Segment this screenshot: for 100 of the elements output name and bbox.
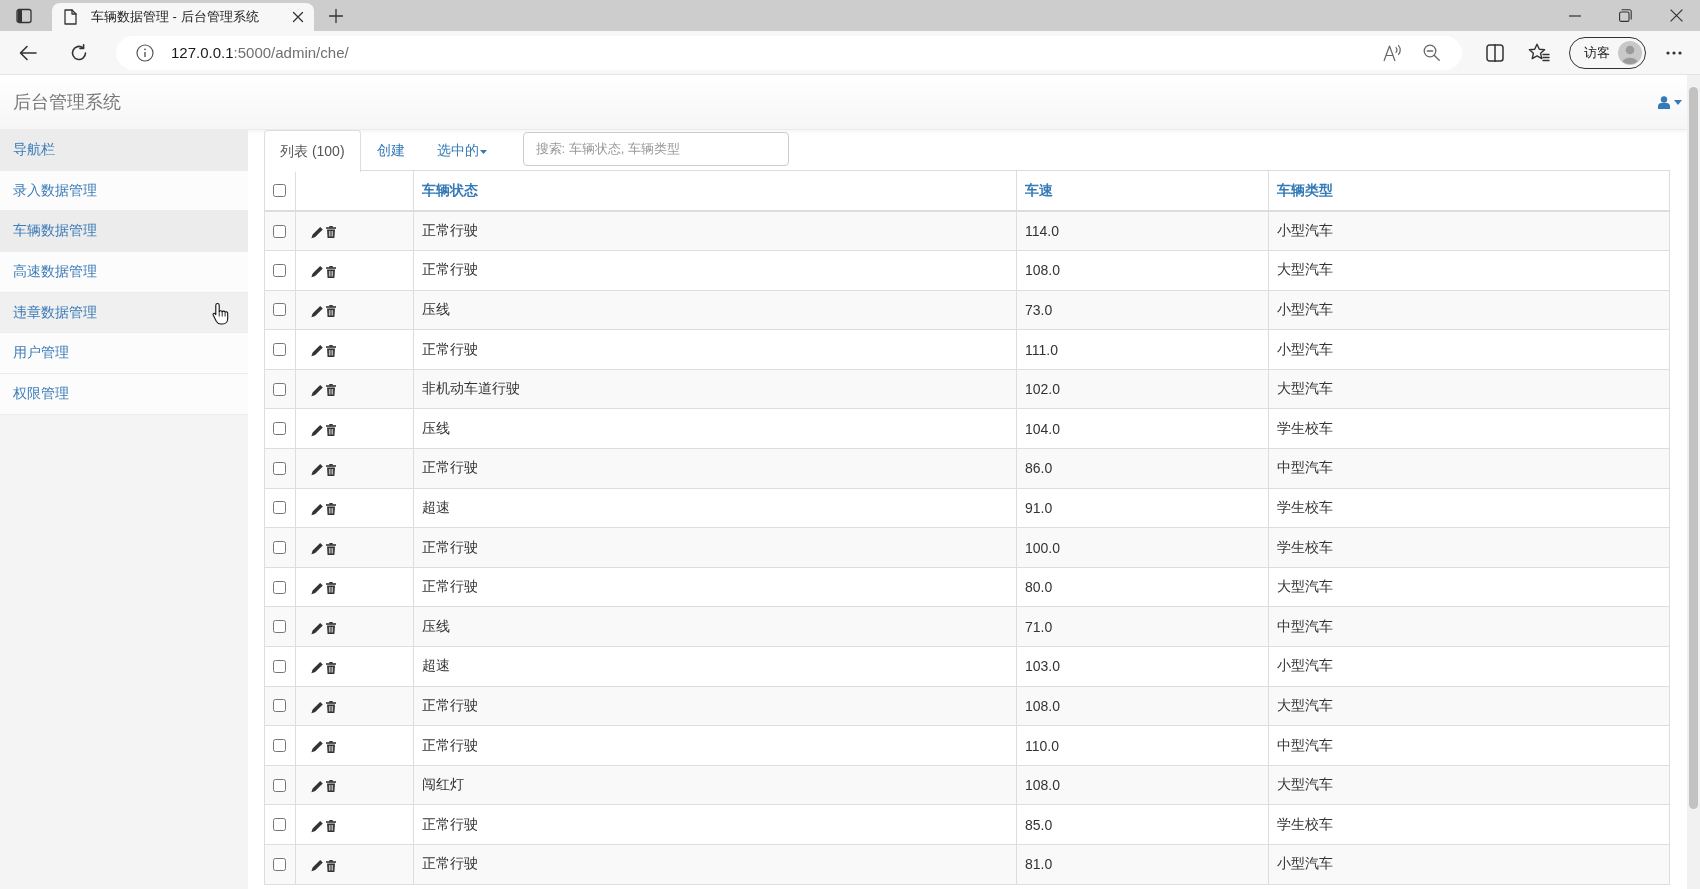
- table-cell: 86.0: [1016, 448, 1269, 489]
- row-checkbox[interactable]: [273, 739, 286, 752]
- row-checkbox[interactable]: [273, 382, 286, 396]
- profile-button[interactable]: 访客: [1569, 36, 1646, 69]
- pencil-icon[interactable]: [311, 542, 323, 556]
- row-checkbox[interactable]: [273, 541, 286, 555]
- trash-icon[interactable]: [326, 701, 336, 714]
- dropdown-tab[interactable]: 选中的: [420, 130, 503, 171]
- close-icon[interactable]: [292, 11, 304, 23]
- row-checkbox[interactable]: [273, 461, 286, 475]
- browser-tab[interactable]: 车辆数据管理 - 后台管理系统: [52, 3, 314, 31]
- table-cell: 压线: [413, 606, 1017, 647]
- close-icon[interactable]: [1670, 9, 1683, 22]
- more-icon[interactable]: [1666, 50, 1682, 55]
- trash-icon[interactable]: [326, 542, 336, 555]
- tab-title: 车辆数据管理 - 后台管理系统: [91, 8, 260, 26]
- row-checkbox[interactable]: [273, 224, 286, 238]
- pencil-icon[interactable]: [311, 621, 323, 635]
- trash-icon[interactable]: [326, 740, 336, 753]
- trash-icon[interactable]: [326, 226, 336, 239]
- column-header[interactable]: 车辆状态: [422, 181, 478, 198]
- row-checkbox[interactable]: [273, 263, 286, 277]
- row-checkbox[interactable]: [273, 699, 286, 713]
- row-checkbox[interactable]: [273, 857, 286, 871]
- sidebar-item[interactable]: 高速数据管理: [0, 252, 248, 293]
- row-checkbox[interactable]: [273, 343, 286, 357]
- trash-icon[interactable]: [326, 344, 336, 357]
- table-cell: 小型汽车: [1268, 290, 1670, 330]
- trash-icon[interactable]: [326, 780, 336, 793]
- table-cell: 压线: [413, 408, 1017, 449]
- favorites-star-icon[interactable]: [1528, 43, 1550, 62]
- column-header[interactable]: 车辆类型: [1277, 181, 1333, 198]
- back-arrow-icon[interactable]: [19, 44, 37, 61]
- trash-icon[interactable]: [326, 265, 336, 278]
- row-checkbox[interactable]: [273, 580, 286, 594]
- pencil-icon[interactable]: [311, 423, 323, 437]
- user-menu-button[interactable]: [1658, 95, 1682, 109]
- trash-icon[interactable]: [326, 582, 336, 595]
- info-icon[interactable]: [136, 43, 154, 62]
- table-cell: 学生校车: [1268, 488, 1670, 528]
- row-checkbox[interactable]: [273, 778, 286, 792]
- refresh-icon[interactable]: [70, 43, 88, 62]
- sidebar-item[interactable]: 用户管理: [0, 333, 248, 375]
- table-cell: 超速: [413, 646, 1017, 687]
- sidebar-item[interactable]: 权限管理: [0, 374, 248, 415]
- row-checkbox[interactable]: [273, 620, 286, 634]
- trash-icon[interactable]: [326, 424, 336, 437]
- pencil-icon[interactable]: [311, 779, 323, 793]
- row-checkbox[interactable]: [273, 303, 286, 317]
- sidebar-item[interactable]: 录入数据管理: [0, 170, 248, 212]
- sidebar-item[interactable]: 车辆数据管理: [0, 211, 248, 253]
- tab[interactable]: 创建: [360, 130, 421, 171]
- trash-icon[interactable]: [326, 661, 336, 674]
- row-checkbox[interactable]: [273, 659, 286, 673]
- pencil-icon[interactable]: [311, 740, 323, 754]
- pencil-icon[interactable]: [311, 661, 323, 675]
- trash-icon[interactable]: [326, 820, 336, 832]
- plus-icon[interactable]: [328, 7, 344, 24]
- restore-icon[interactable]: [1619, 9, 1632, 22]
- row-checkbox[interactable]: [273, 818, 286, 832]
- pencil-icon[interactable]: [311, 344, 323, 358]
- table-cell: 小型汽车: [1268, 211, 1670, 251]
- pencil-icon[interactable]: [311, 463, 323, 477]
- column-header[interactable]: 车速: [1025, 181, 1053, 198]
- trash-icon[interactable]: [326, 622, 336, 635]
- caret-icon: [1674, 99, 1682, 105]
- address-field[interactable]: 127.0.0.1:5000/admin/che/: [116, 35, 1462, 70]
- table-cell: 正常行驶: [413, 211, 1017, 251]
- tab[interactable]: 列表 (100): [264, 130, 361, 172]
- table-cell: 104.0: [1016, 408, 1269, 449]
- select-all-checkbox[interactable]: [273, 184, 286, 197]
- row-checkbox[interactable]: [273, 422, 286, 436]
- trash-icon[interactable]: [326, 463, 336, 476]
- row-checkbox[interactable]: [273, 501, 286, 515]
- trash-icon[interactable]: [326, 305, 336, 318]
- zoom-out-icon[interactable]: [1423, 44, 1440, 61]
- table-cell: 非机动车道行驶: [413, 369, 1017, 409]
- sidebar-item[interactable]: 违章数据管理: [0, 292, 248, 334]
- pencil-icon[interactable]: [311, 502, 323, 516]
- minimize-icon[interactable]: [1569, 14, 1581, 17]
- split-screen-icon[interactable]: [1486, 43, 1504, 62]
- pencil-icon[interactable]: [311, 700, 323, 714]
- trash-icon[interactable]: [326, 859, 336, 872]
- trash-icon[interactable]: [326, 384, 336, 397]
- caret-icon: [479, 149, 487, 154]
- pencil-icon[interactable]: [311, 859, 323, 873]
- scrollbar[interactable]: [1687, 75, 1700, 889]
- pencil-icon[interactable]: [311, 383, 323, 397]
- brand-link[interactable]: 后台管理系统: [13, 90, 121, 114]
- tab-actions-icon[interactable]: [16, 7, 32, 24]
- search-field[interactable]: 搜索: 车辆状态, 车辆类型: [522, 131, 789, 166]
- pencil-icon[interactable]: [311, 581, 323, 595]
- pencil-icon[interactable]: [311, 265, 323, 279]
- read-aloud-icon[interactable]: [1383, 43, 1403, 62]
- pencil-icon[interactable]: [311, 304, 323, 318]
- pencil-icon[interactable]: [311, 225, 323, 239]
- table-cell: 大型汽车: [1268, 369, 1670, 409]
- trash-icon[interactable]: [326, 503, 336, 516]
- table-cell: 学生校车: [1268, 408, 1670, 449]
- pencil-icon[interactable]: [311, 819, 323, 833]
